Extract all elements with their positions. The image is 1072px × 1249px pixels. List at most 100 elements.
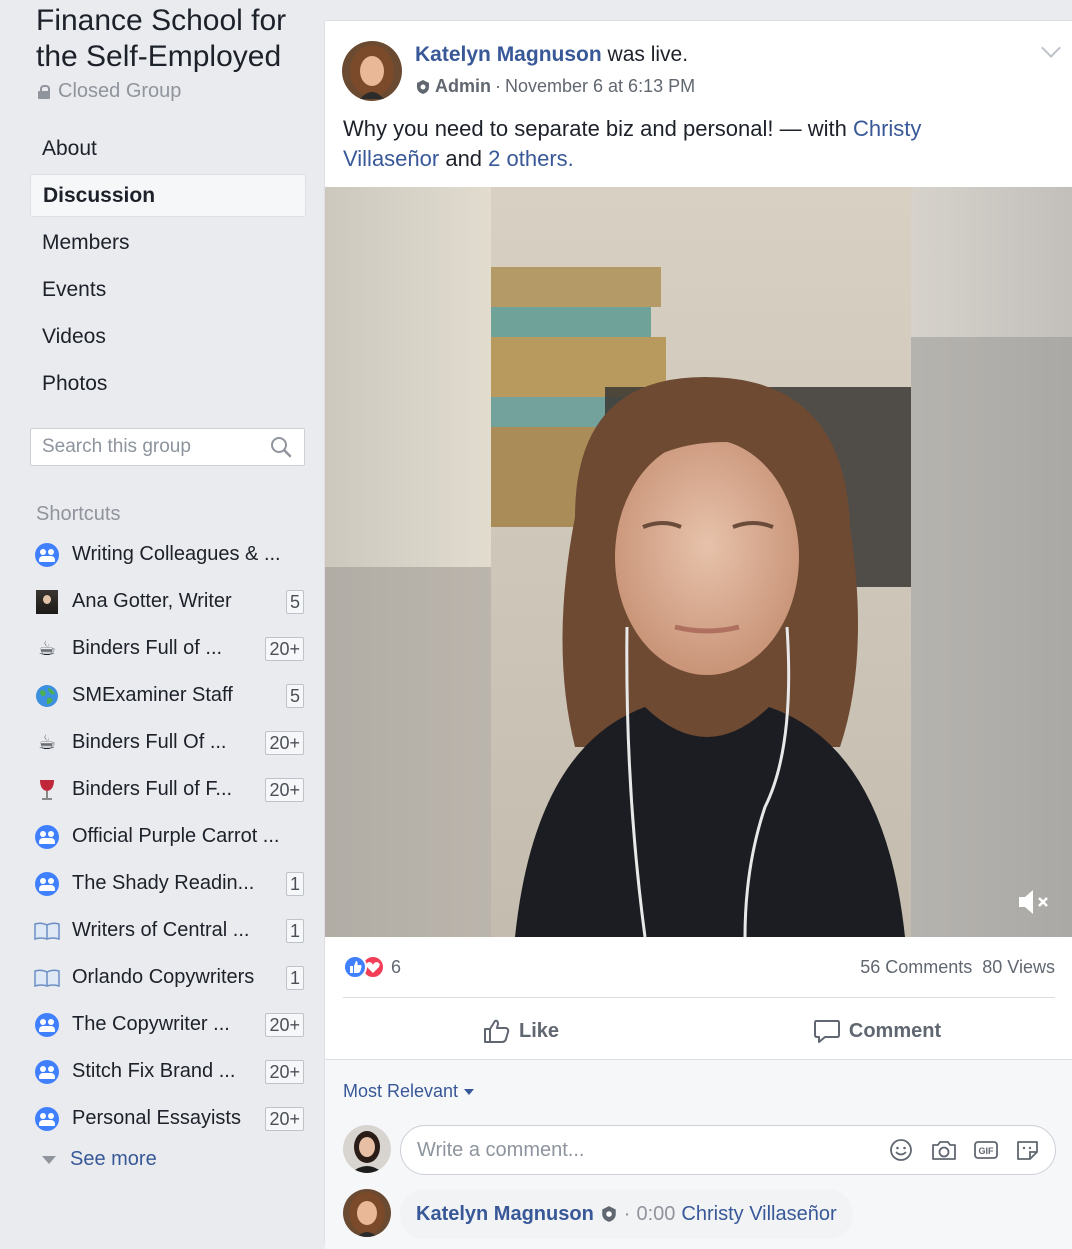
shortcut-item[interactable]: Binders Full of F... 20+ [34, 766, 304, 813]
notification-badge: 20+ [265, 778, 304, 802]
video-frame [325, 187, 1072, 937]
comment-separator: · [623, 1202, 631, 1225]
book-icon [34, 918, 60, 944]
group-privacy-label: Closed Group [58, 80, 182, 102]
emoji-icon[interactable] [889, 1138, 915, 1162]
mute-icon[interactable] [1017, 887, 1051, 917]
shortcut-item[interactable]: The Shady Readin... 1 [34, 860, 304, 907]
shortcut-item[interactable]: Orlando Copywriters 1 [34, 954, 304, 1001]
shortcut-item[interactable]: ☕ Binders Full of ... 20+ [34, 625, 304, 672]
camera-icon[interactable] [931, 1138, 957, 1162]
notification-badge: 1 [285, 966, 304, 990]
notification-badge: 5 [285, 590, 304, 614]
comment-sort-dropdown[interactable]: Most Relevant [343, 1081, 475, 1102]
chevron-down-icon [42, 1155, 56, 1164]
nav-discussion[interactable]: Discussion [30, 174, 306, 217]
shortcuts-heading: Shortcuts [36, 503, 121, 525]
engagement-counts: 56 Comments 80 Views [860, 957, 1055, 978]
author-name[interactable]: Katelyn Magnuson [415, 43, 602, 66]
comment-sort-label: Most Relevant [343, 1081, 459, 1101]
shortcut-item[interactable]: Ana Gotter, Writer 5 [34, 578, 304, 625]
comment-author[interactable]: Katelyn Magnuson [416, 1203, 594, 1226]
post-action: was live. [607, 43, 689, 66]
notification-badge: 1 [285, 872, 304, 896]
notification-badge: 20+ [265, 1013, 304, 1037]
comments-count[interactable]: 56 Comments [860, 957, 972, 978]
reaction-count[interactable]: 6 [391, 957, 401, 978]
comment-button[interactable]: Comment [699, 1006, 1055, 1056]
live-video-player[interactable] [325, 187, 1072, 937]
post-text-body: Why you need to separate biz and persona… [343, 116, 853, 141]
left-sidebar: Finance School for the Self-Employed Clo… [0, 0, 324, 1242]
coffee-icon: ☕ [38, 732, 56, 754]
admin-shield-icon [417, 79, 429, 94]
nav-about[interactable]: About [30, 127, 306, 170]
nav-events[interactable]: Events [30, 268, 306, 311]
viewer-avatar[interactable] [343, 1125, 391, 1173]
comment-tagged-person[interactable]: Christy Villaseñor [681, 1203, 836, 1226]
shortcut-item[interactable]: Writers of Central ... 1 [34, 907, 304, 954]
book-icon [34, 965, 60, 991]
gif-icon[interactable]: GIF [973, 1138, 999, 1162]
comment-input[interactable] [417, 1126, 857, 1174]
see-more-label: See more [70, 1148, 157, 1170]
comment-label: Comment [848, 1019, 942, 1042]
shortcut-label: Ana Gotter, Writer [72, 590, 232, 612]
like-label: Like [518, 1019, 560, 1042]
shortcuts-list: Writing Colleagues & ... Ana Gotter, Wri… [34, 531, 304, 1142]
thumbs-up-icon [483, 1019, 510, 1043]
tagged-others-link[interactable]: 2 others [488, 146, 568, 171]
author-avatar[interactable] [342, 41, 402, 101]
post-meta: Admin · November 6 at 6:13 PM [415, 76, 695, 97]
post-options-chevron-icon[interactable] [1041, 38, 1061, 58]
composer-tools: GIF [889, 1138, 1041, 1162]
group-icon [34, 824, 60, 850]
shortcut-label: Official Purple Carrot ... [72, 825, 280, 847]
admin-shield-icon [602, 1206, 616, 1222]
group-nav: About Discussion Members Events Videos P… [30, 127, 306, 409]
views-count: 80 Views [982, 956, 1055, 977]
group-title[interactable]: Finance School for the Self-Employed [36, 3, 316, 75]
post-text-period: . [567, 146, 574, 171]
notification-badge: 20+ [265, 1060, 304, 1084]
group-icon [34, 1059, 60, 1085]
meta-separator: · [495, 76, 501, 96]
group-icon [34, 542, 60, 568]
like-button[interactable]: Like [343, 1006, 699, 1056]
notification-badge: 5 [285, 684, 304, 708]
group-icon [34, 1012, 60, 1038]
see-more-link[interactable]: See more [42, 1148, 157, 1171]
post-text-and: and [439, 146, 489, 171]
admin-label: Admin [435, 76, 491, 96]
group-search [30, 428, 305, 466]
post-actions: Like Comment [343, 1006, 1055, 1056]
shortcut-item[interactable]: Official Purple Carrot ... [34, 813, 304, 860]
comment-timestamp[interactable]: 0:00 [636, 1203, 675, 1226]
shortcut-label: Writers of Central ... [72, 919, 250, 941]
shortcut-item[interactable]: Stitch Fix Brand ... 20+ [34, 1048, 304, 1095]
nav-members[interactable]: Members [30, 221, 306, 264]
notification-badge: 1 [285, 919, 304, 943]
lock-icon [38, 84, 50, 99]
nav-photos[interactable]: Photos [30, 362, 306, 405]
search-input[interactable] [42, 429, 262, 465]
shortcut-item[interactable]: ☕ Binders Full Of ... 20+ [34, 719, 304, 766]
post-stats: 6 56 Comments 80 Views [343, 951, 1055, 983]
profile-thumb-icon [34, 589, 60, 615]
notification-badge: 20+ [265, 1107, 304, 1131]
live-video-post: Katelyn Magnuson was live. Admin · Novem… [324, 20, 1072, 1249]
shortcut-item[interactable]: SMExaminer Staff 5 [34, 672, 304, 719]
comment-bubble: Katelyn Magnuson · 0:00 Christy Villaseñ… [400, 1189, 853, 1239]
search-icon[interactable] [270, 436, 292, 458]
sticker-icon[interactable] [1015, 1138, 1041, 1162]
like-reaction-icon[interactable] [343, 955, 367, 979]
post-timestamp[interactable]: November 6 at 6:13 PM [505, 76, 695, 97]
shortcut-label: Orlando Copywriters [72, 966, 255, 988]
divider [343, 997, 1055, 998]
shortcut-item[interactable]: Writing Colleagues & ... [34, 531, 304, 578]
shortcut-item[interactable]: The Copywriter ... 20+ [34, 1001, 304, 1048]
commenter-avatar[interactable] [343, 1189, 391, 1237]
post-text: Why you need to separate biz and persona… [343, 114, 1003, 174]
shortcut-item[interactable]: Personal Essayists 20+ [34, 1095, 304, 1142]
nav-videos[interactable]: Videos [30, 315, 306, 358]
